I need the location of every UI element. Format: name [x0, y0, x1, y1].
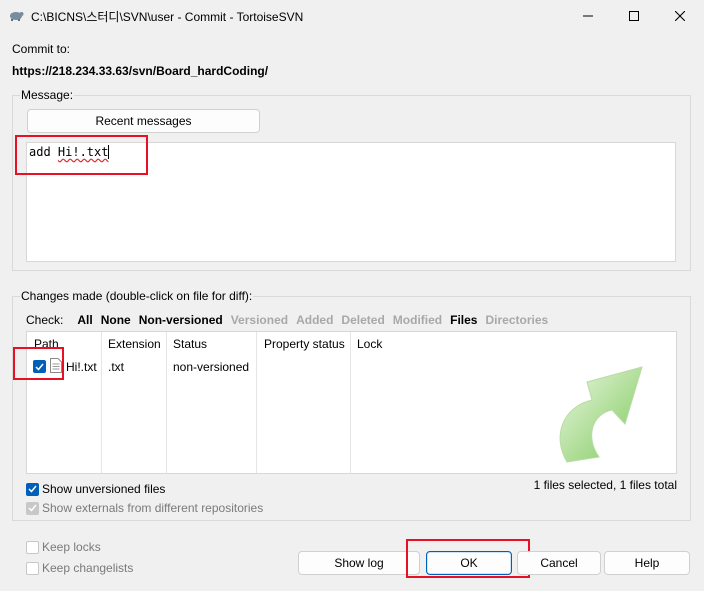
column-header-status[interactable]: Status: [173, 337, 207, 351]
maximize-button[interactable]: [611, 0, 657, 32]
filter-none[interactable]: None: [101, 313, 131, 327]
show-externals-option: Show externals from different repositori…: [26, 501, 263, 515]
keep-changelists-option[interactable]: Keep changelists: [26, 561, 133, 575]
row-extension: .txt: [108, 360, 125, 374]
keep-changelists-checkbox[interactable]: [26, 561, 39, 575]
filter-deleted: Deleted: [341, 313, 385, 327]
checkmark-icon: [28, 485, 37, 493]
filter-files[interactable]: Files: [450, 313, 477, 327]
show-log-button[interactable]: Show log: [298, 551, 420, 575]
filter-added: Added: [296, 313, 334, 327]
show-externals-label: Show externals from different repositori…: [42, 501, 264, 515]
keep-locks-label: Keep locks: [42, 540, 101, 554]
show-externals-checkbox: [26, 501, 39, 515]
column-separator[interactable]: [350, 332, 351, 473]
check-label: Check:: [26, 313, 64, 327]
minimize-icon: [583, 15, 593, 17]
commit-url: https://218.234.33.63/svn/Board_hardCodi…: [12, 64, 269, 78]
title-bar[interactable]: C:\BICNS\스터디\SVN\user - Commit - Tortois…: [0, 0, 704, 32]
column-separator[interactable]: [101, 332, 102, 473]
close-icon: [675, 11, 685, 21]
tortoise-icon: [8, 8, 24, 22]
check-filter-bar: Check: All None Non-versioned Versioned …: [26, 313, 556, 327]
show-unversioned-label: Show unversioned files: [42, 482, 166, 496]
row-path: Hi!.txt: [66, 360, 97, 374]
keep-locks-option[interactable]: Keep locks: [26, 540, 101, 554]
highlight-box-ok: [406, 539, 530, 578]
row-status: non-versioned: [173, 360, 250, 374]
changes-list[interactable]: Path Extension Status Property status Lo…: [26, 331, 677, 474]
selection-summary: 1 files selected, 1 files total: [533, 478, 677, 492]
message-group-label: Message:: [20, 88, 75, 102]
highlight-box-checkbox: [13, 347, 64, 380]
checkmark-icon: [28, 504, 37, 512]
recent-messages-button[interactable]: Recent messages: [27, 109, 260, 133]
commit-to-label: Commit to:: [12, 42, 71, 56]
show-unversioned-option[interactable]: Show unversioned files: [26, 482, 165, 496]
keep-changelists-label: Keep changelists: [42, 561, 134, 575]
minimize-button[interactable]: [565, 0, 611, 32]
cancel-button[interactable]: Cancel: [517, 551, 601, 575]
close-button[interactable]: [657, 0, 703, 32]
window-title: C:\BICNS\스터디\SVN\user - Commit - Tortois…: [31, 10, 304, 24]
column-separator[interactable]: [256, 332, 257, 473]
maximize-icon: [629, 11, 639, 21]
column-header-property-status[interactable]: Property status: [264, 337, 345, 351]
filter-directories: Directories: [485, 313, 549, 327]
column-separator[interactable]: [166, 332, 167, 473]
table-row[interactable]: [27, 356, 676, 376]
filter-versioned: Versioned: [230, 313, 289, 327]
changes-group-label: Changes made (double-click on file for d…: [20, 289, 254, 303]
filter-modified: Modified: [392, 313, 443, 327]
help-button[interactable]: Help: [604, 551, 690, 575]
filter-all[interactable]: All: [77, 313, 92, 327]
filter-non-versioned[interactable]: Non-versioned: [139, 313, 223, 327]
column-header-lock[interactable]: Lock: [357, 337, 382, 351]
column-header-extension[interactable]: Extension: [108, 337, 161, 351]
highlight-box-message: [15, 135, 148, 175]
keep-locks-checkbox[interactable]: [26, 540, 39, 554]
show-unversioned-checkbox[interactable]: [26, 482, 39, 496]
